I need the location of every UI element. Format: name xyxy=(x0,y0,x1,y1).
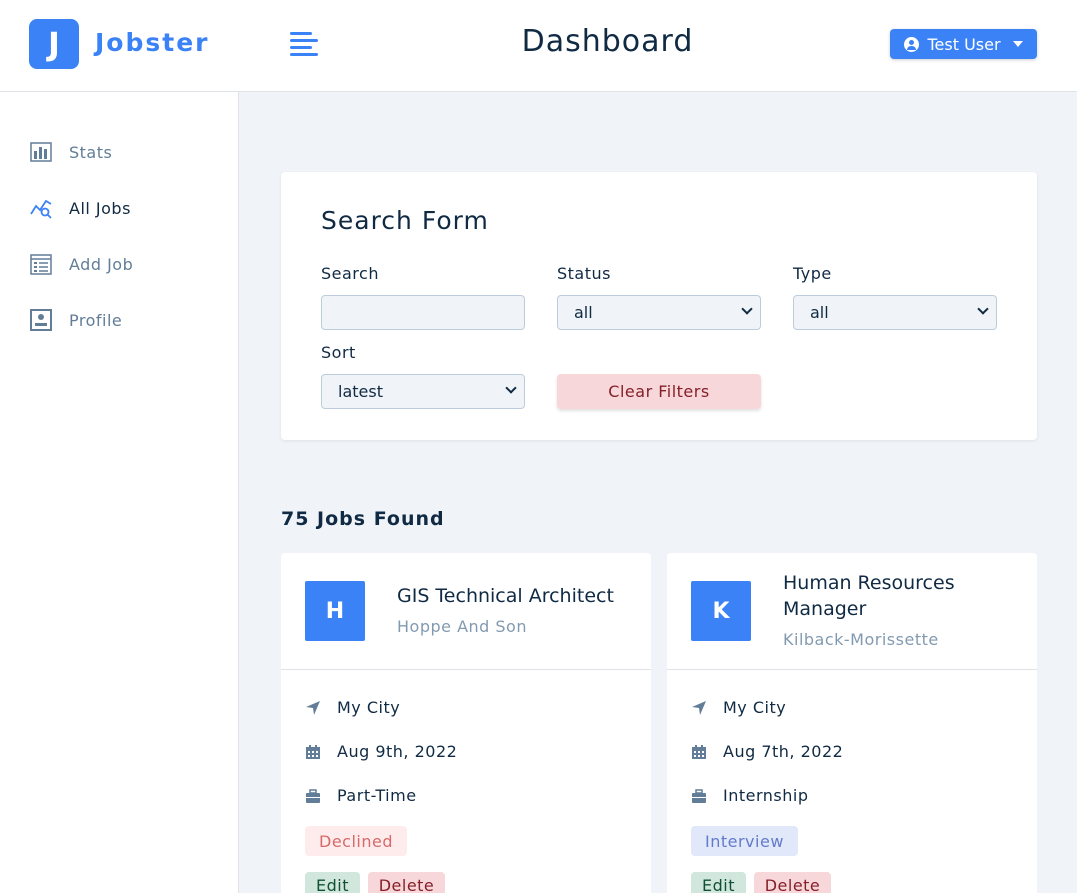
sort-label: Sort xyxy=(321,343,356,362)
bar-chart-icon xyxy=(30,142,52,162)
status-badge: Interview xyxy=(691,826,798,856)
sidebar-item-label: Profile xyxy=(69,310,123,330)
job-card: K Human Resources Manager Kilback-Moriss… xyxy=(667,553,1037,893)
job-type: Internship xyxy=(691,786,809,805)
chevron-down-icon xyxy=(505,382,517,394)
form-icon xyxy=(30,254,52,275)
sort-select[interactable]: latest xyxy=(321,374,525,409)
sidebar-item-label: All Jobs xyxy=(69,198,131,218)
company-initial-avatar: K xyxy=(691,581,751,641)
sidebar-item-label: Add Job xyxy=(69,254,134,274)
job-location: My City xyxy=(691,698,786,717)
status-label: Status xyxy=(557,264,611,283)
job-location-text: My City xyxy=(723,698,787,717)
status-select[interactable]: all xyxy=(557,295,761,330)
location-arrow-icon xyxy=(692,700,706,715)
job-position: Human Resources Manager xyxy=(783,572,955,620)
query-stats-icon xyxy=(30,199,52,219)
job-type-text: Part-Time xyxy=(337,786,417,805)
chevron-down-icon xyxy=(977,303,989,315)
sort-select-value: latest xyxy=(338,382,383,401)
sidebar-item-stats[interactable]: Stats xyxy=(29,140,112,164)
job-type: Part-Time xyxy=(305,786,417,805)
briefcase-icon xyxy=(692,788,706,803)
job-card-header: K Human Resources Manager Kilback-Moriss… xyxy=(667,553,1037,670)
edit-button[interactable]: Edit xyxy=(305,872,360,893)
job-position: GIS Technical Architect xyxy=(397,585,614,607)
job-location: My City xyxy=(305,698,400,717)
search-form: Search Form Search Status all Type all S… xyxy=(281,172,1037,440)
type-select[interactable]: all xyxy=(793,295,997,330)
type-select-value: all xyxy=(810,303,829,322)
job-date: Aug 9th, 2022 xyxy=(305,742,457,761)
calendar-icon xyxy=(692,744,706,759)
type-label: Type xyxy=(793,264,832,283)
delete-button[interactable]: Delete xyxy=(368,872,445,893)
job-type-text: Internship xyxy=(723,786,809,805)
location-arrow-icon xyxy=(306,700,320,715)
job-card-header: H GIS Technical Architect Hoppe And Son xyxy=(281,553,651,670)
job-company: Kilback-Morissette xyxy=(783,630,939,649)
top-navbar: J Jobster Dashboard Test User xyxy=(0,0,1077,92)
search-label: Search xyxy=(321,264,379,283)
job-card: H GIS Technical Architect Hoppe And Son … xyxy=(281,553,651,893)
edit-button[interactable]: Edit xyxy=(691,872,746,893)
sidebar-item-all-jobs[interactable]: All Jobs xyxy=(29,196,131,220)
sidebar: Stats All Jobs Add Job Profile xyxy=(0,92,239,893)
delete-button[interactable]: Delete xyxy=(754,872,831,893)
company-initial-avatar: H xyxy=(305,581,365,641)
job-company: Hoppe And Son xyxy=(397,617,527,636)
sidebar-item-label: Stats xyxy=(69,142,113,162)
profile-card-icon xyxy=(30,309,52,331)
clear-filters-button[interactable]: Clear Filters xyxy=(557,374,761,409)
status-badge: Declined xyxy=(305,826,407,856)
sidebar-item-add-job[interactable]: Add Job xyxy=(29,252,133,276)
briefcase-icon xyxy=(306,788,320,803)
job-date-text: Aug 7th, 2022 xyxy=(723,742,844,761)
user-menu-button[interactable]: Test User xyxy=(890,29,1037,59)
job-date-text: Aug 9th, 2022 xyxy=(337,742,458,761)
job-location-text: My City xyxy=(337,698,401,717)
jobs-count-heading: 75 Jobs Found xyxy=(281,508,445,530)
user-circle-icon xyxy=(904,36,920,52)
calendar-icon xyxy=(306,744,320,759)
chevron-down-icon xyxy=(741,303,753,315)
search-form-title: Search Form xyxy=(321,206,489,235)
job-date: Aug 7th, 2022 xyxy=(691,742,843,761)
search-input[interactable] xyxy=(321,295,525,330)
user-name: Test User xyxy=(927,34,1001,54)
sidebar-item-profile[interactable]: Profile xyxy=(29,308,122,332)
caret-down-icon xyxy=(1012,41,1023,47)
status-select-value: all xyxy=(574,303,593,322)
